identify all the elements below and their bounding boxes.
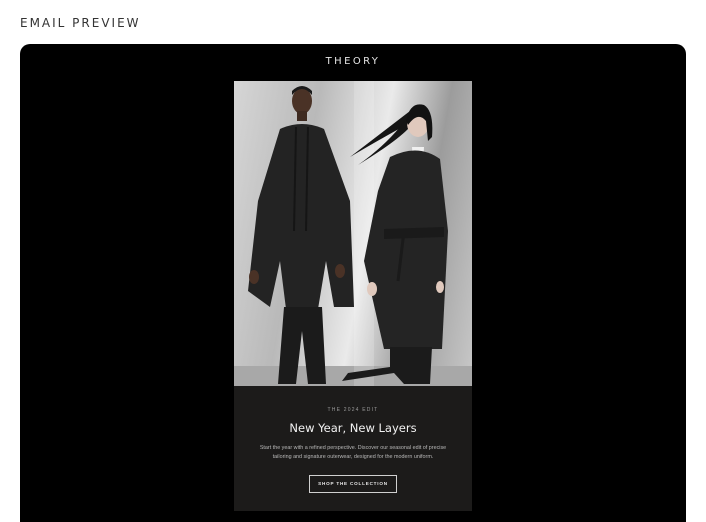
email-headline: New Year, New Layers [289,421,417,435]
brand-logo: THEORY [325,56,381,67]
email-body-text: Start the year with a refined perspectiv… [259,445,447,460]
email-copy-block: THE 2024 EDIT New Year, New Layers Start… [234,386,472,511]
model-left-figure [248,86,354,384]
hero-image [234,81,472,386]
email-card: THE 2024 EDIT New Year, New Layers Start… [234,81,472,511]
page-title: EMAIL PREVIEW [20,16,141,30]
eyebrow-text: THE 2024 EDIT [327,407,379,413]
shop-collection-button[interactable]: SHOP THE COLLECTION [309,475,397,493]
